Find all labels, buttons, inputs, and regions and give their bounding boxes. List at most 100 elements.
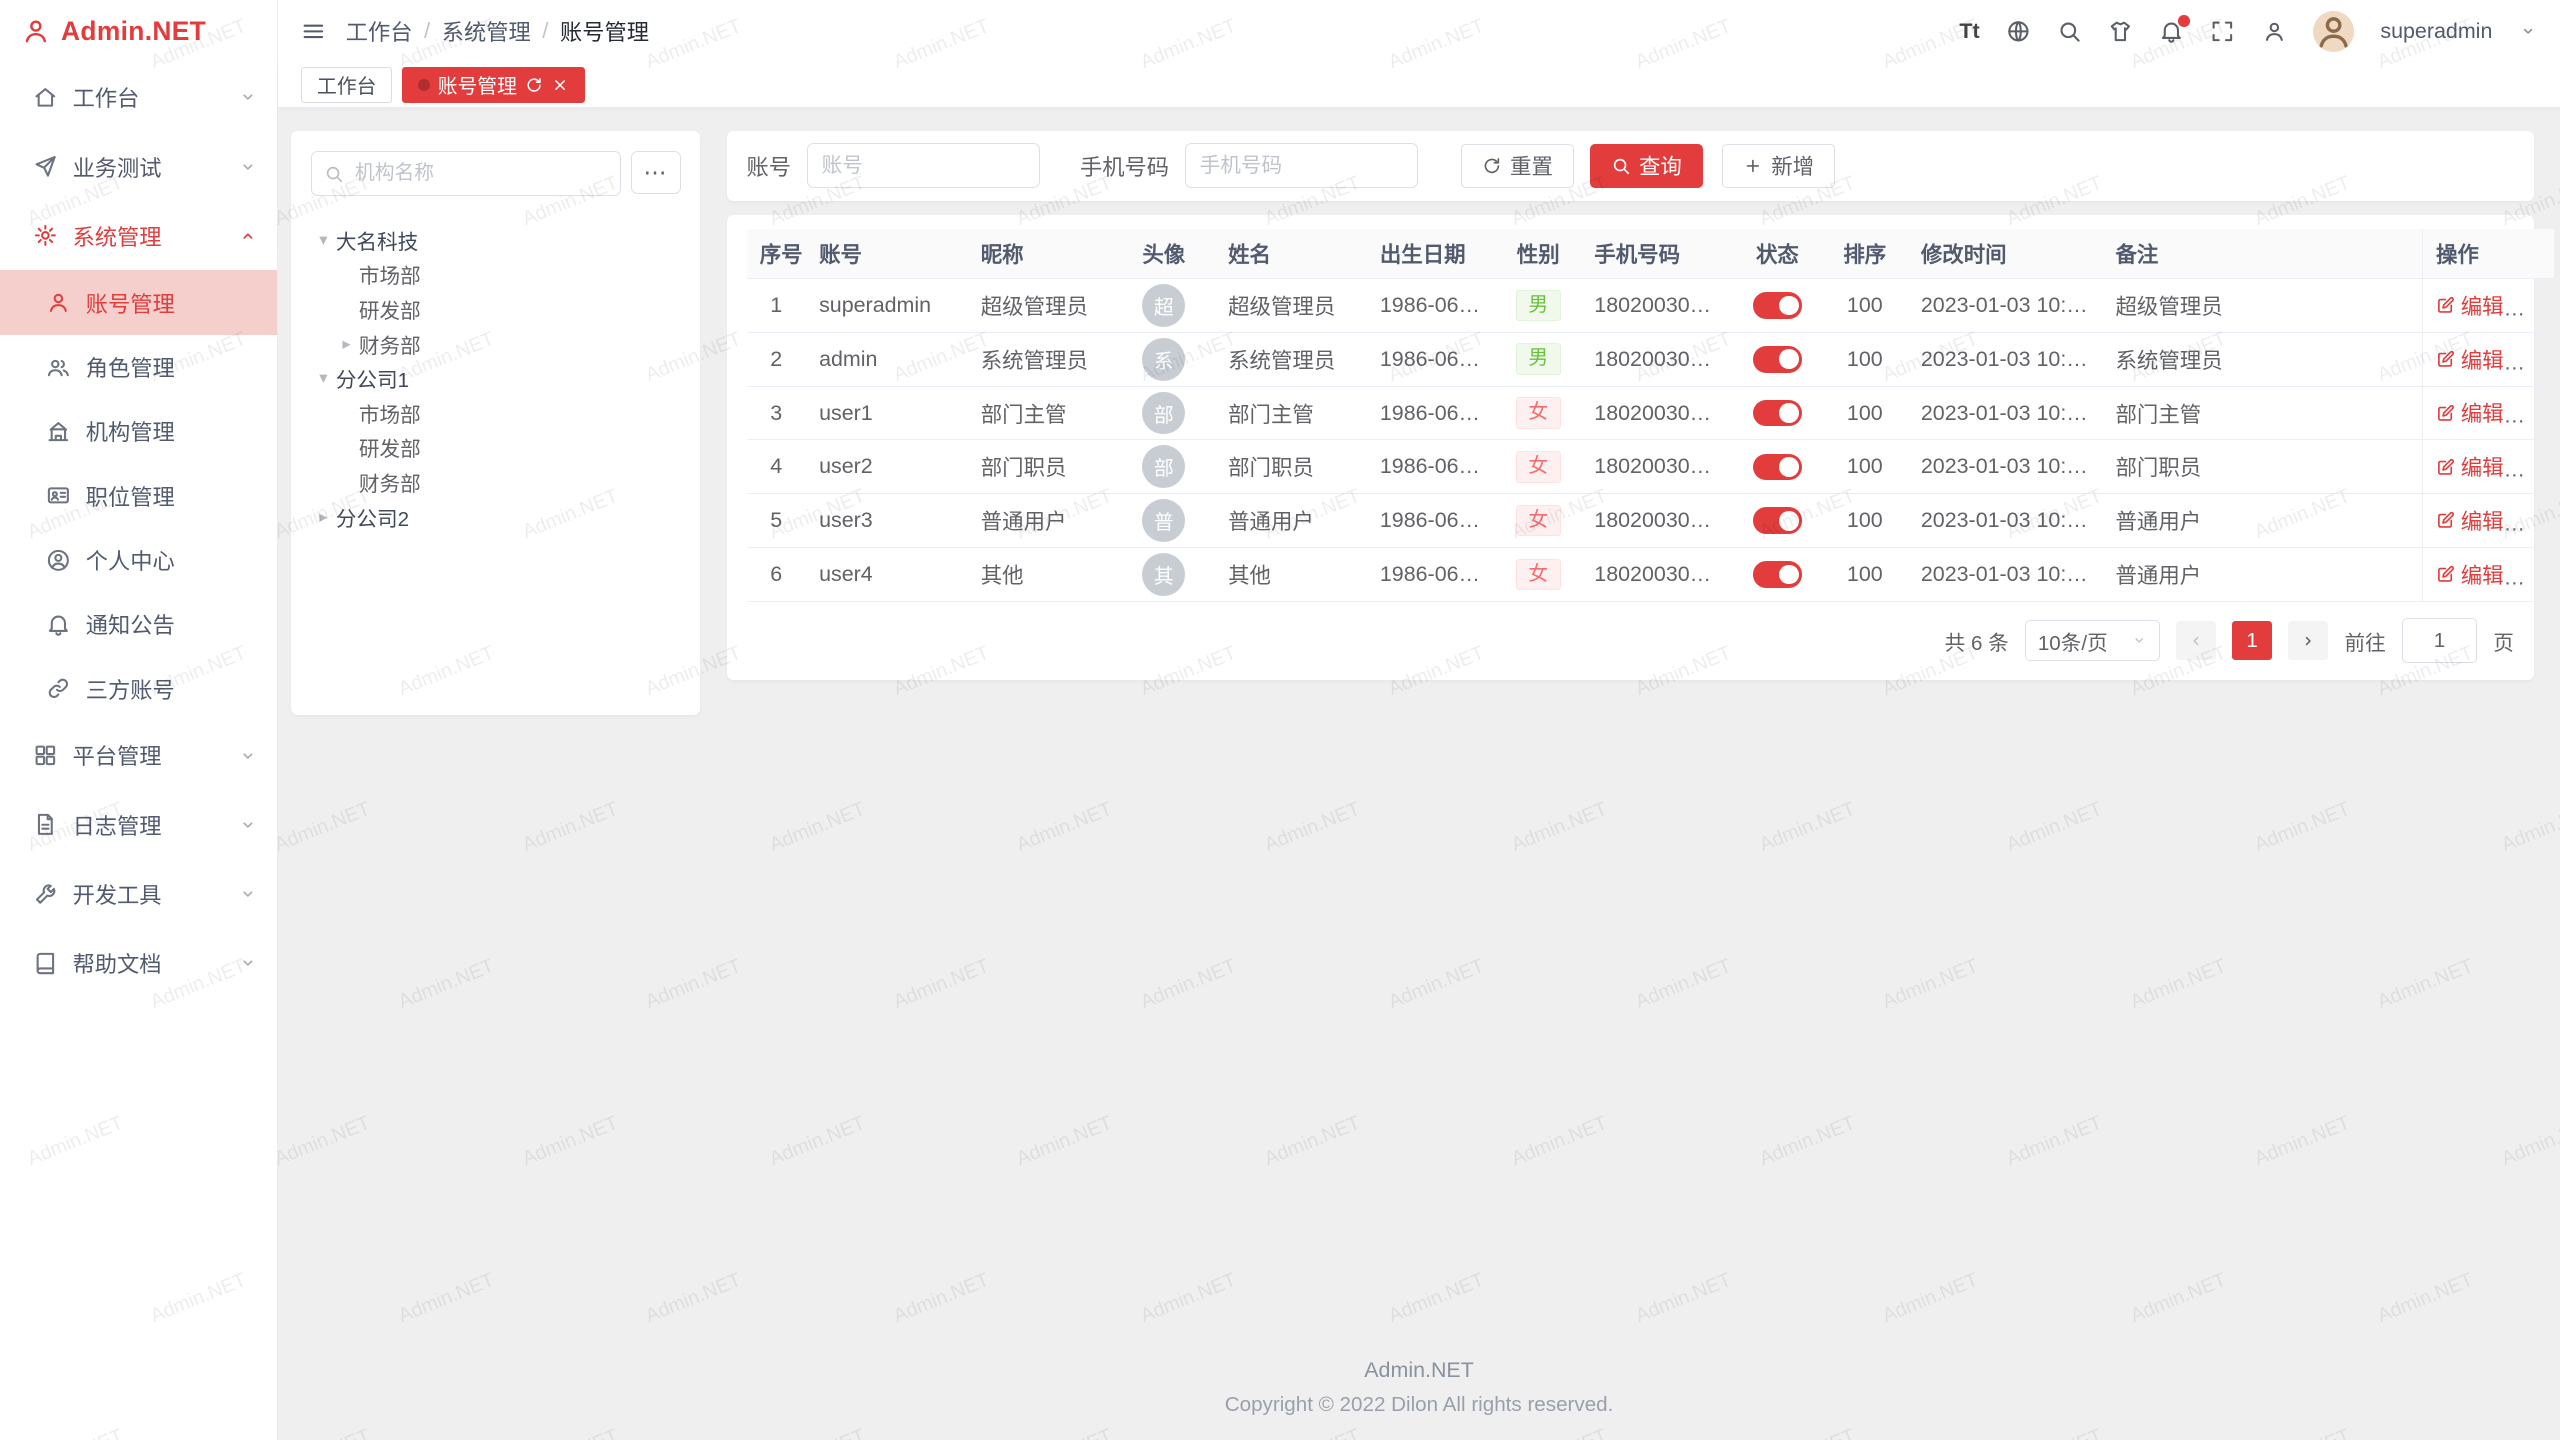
breadcrumb-item[interactable]: 系统管理 bbox=[442, 15, 531, 47]
profile-layout-icon[interactable] bbox=[2262, 19, 2287, 44]
cell-nickname: 其他 bbox=[968, 547, 1113, 601]
notification-bell-icon[interactable] bbox=[2159, 19, 2184, 44]
sidebar-item-role-management[interactable]: 角色管理 bbox=[0, 335, 277, 399]
row-avatar: 部 bbox=[1142, 392, 1185, 435]
tree-caret-icon[interactable]: ▸ bbox=[334, 334, 359, 354]
tree-node[interactable]: 研发部 bbox=[311, 292, 680, 327]
account-filter-input[interactable] bbox=[807, 143, 1040, 188]
column-header: 备注 bbox=[2102, 229, 2422, 279]
font-size-icon[interactable]: Tt bbox=[1959, 19, 1979, 44]
cell-remark: 部门职员 bbox=[2102, 440, 2422, 494]
cell-avatar: 部 bbox=[1113, 386, 1215, 440]
sidebar-item-business-test[interactable]: 业务测试 bbox=[0, 132, 277, 201]
query-button[interactable]: 查询 bbox=[1590, 144, 1702, 189]
sidebar-item-personal-center[interactable]: 个人中心 bbox=[0, 528, 277, 592]
fullscreen-icon[interactable] bbox=[2210, 19, 2235, 44]
sidebar-item-log-management[interactable]: 日志管理 bbox=[0, 790, 277, 859]
sidebar-item-label: 角色管理 bbox=[86, 351, 175, 383]
sidebar-item-org-management[interactable]: 机构管理 bbox=[0, 399, 277, 463]
page-number-button[interactable]: 1 bbox=[2232, 621, 2272, 661]
username[interactable]: superadmin bbox=[2380, 19, 2492, 44]
reset-button[interactable]: 重置 bbox=[1461, 144, 1573, 189]
business-test-icon bbox=[33, 154, 58, 179]
sidebar-item-dev-tools[interactable]: 开发工具 bbox=[0, 859, 277, 928]
tree-caret-icon[interactable]: ▾ bbox=[311, 230, 336, 250]
tree-node[interactable]: ▾大名科技 bbox=[311, 222, 680, 257]
page-size-select[interactable]: 10条/页 bbox=[2025, 620, 2160, 662]
brand-logo-icon bbox=[21, 16, 51, 46]
column-header: 排序 bbox=[1822, 229, 1908, 279]
tree-node[interactable]: ▸分公司2 bbox=[311, 499, 680, 534]
filter-bar: 账号 手机号码 重置 查询 bbox=[727, 131, 2534, 200]
goto-label: 前往 bbox=[2344, 626, 2385, 656]
cell-actions: 编辑 bbox=[2422, 547, 2554, 601]
org-name-input[interactable] bbox=[352, 160, 609, 186]
cell-phone: 18020030720 bbox=[1581, 279, 1733, 333]
cell-remark: 系统管理员 bbox=[2102, 332, 2422, 386]
edit-button[interactable]: 编辑 bbox=[2436, 290, 2504, 321]
tree-node[interactable]: 市场部 bbox=[311, 257, 680, 292]
edit-button[interactable]: 编辑 bbox=[2436, 451, 2504, 482]
sidebar-item-third-party-account[interactable]: 三方账号 bbox=[0, 656, 277, 720]
sidebar-item-position-management[interactable]: 职位管理 bbox=[0, 463, 277, 527]
sidebar-item-account-management[interactable]: 账号管理 bbox=[0, 270, 277, 334]
edit-button[interactable]: 编辑 bbox=[2436, 505, 2504, 536]
goto-page-input[interactable] bbox=[2402, 618, 2477, 663]
gender-badge: 男 bbox=[1516, 290, 1561, 322]
column-header: 操作 bbox=[2422, 229, 2554, 279]
edit-button[interactable]: 编辑 bbox=[2436, 397, 2504, 428]
phone-filter-label: 手机号码 bbox=[1080, 150, 1169, 182]
sidebar-item-help-docs[interactable]: 帮助文档 bbox=[0, 929, 277, 998]
status-toggle[interactable] bbox=[1753, 454, 1802, 480]
status-toggle[interactable] bbox=[1753, 400, 1802, 426]
status-toggle[interactable] bbox=[1753, 292, 1802, 318]
sidebar-item-workbench[interactable]: 工作台 bbox=[0, 63, 277, 132]
next-page-button[interactable] bbox=[2288, 621, 2328, 661]
add-button[interactable]: 新增 bbox=[1722, 144, 1834, 189]
sidebar-item-system-management[interactable]: 系统管理 bbox=[0, 201, 277, 270]
cell-sort: 100 bbox=[1822, 440, 1908, 494]
user-menu-chevron-icon[interactable] bbox=[2519, 22, 2537, 40]
menu-collapse-icon[interactable] bbox=[301, 19, 326, 44]
brand-logo[interactable]: Admin.NET bbox=[0, 0, 277, 63]
tree-node-label: 研发部 bbox=[359, 294, 421, 324]
tree-node-label: 财务部 bbox=[359, 467, 421, 497]
tab-label: 账号管理 bbox=[438, 70, 517, 99]
tree-caret-icon[interactable]: ▸ bbox=[311, 507, 336, 527]
tab-close-icon[interactable] bbox=[551, 76, 569, 94]
gender-badge: 女 bbox=[1516, 451, 1561, 483]
tab-workbench[interactable]: 工作台 bbox=[301, 67, 392, 104]
status-toggle[interactable] bbox=[1753, 346, 1802, 372]
tree-node[interactable]: 市场部 bbox=[311, 395, 680, 430]
cell-account: superadmin bbox=[806, 279, 968, 333]
sidebar-item-notice[interactable]: 通知公告 bbox=[0, 592, 277, 656]
tab-refresh-icon[interactable] bbox=[525, 76, 543, 94]
cell-name: 普通用户 bbox=[1215, 494, 1367, 548]
tree-node[interactable]: ▸财务部 bbox=[311, 326, 680, 361]
tree-node[interactable]: 财务部 bbox=[311, 465, 680, 500]
cell-sort: 100 bbox=[1822, 332, 1908, 386]
tree-more-button[interactable]: ⋯ bbox=[631, 151, 680, 194]
edit-button[interactable]: 编辑 bbox=[2436, 559, 2504, 590]
sidebar-item-platform-management[interactable]: 平台管理 bbox=[0, 721, 277, 790]
cell-no: 5 bbox=[747, 494, 806, 548]
tab-account-management[interactable]: 账号管理 bbox=[402, 67, 585, 104]
user-avatar[interactable] bbox=[2313, 11, 2354, 52]
table-row: 4user2部门职员部部门职员1986-06-28女18020030720100… bbox=[747, 440, 2555, 494]
notification-badge-dot bbox=[2177, 14, 2191, 28]
sidebar-item-label: 通知公告 bbox=[86, 608, 175, 640]
status-toggle[interactable] bbox=[1753, 561, 1802, 587]
prev-page-button[interactable] bbox=[2176, 621, 2216, 661]
phone-filter-input[interactable] bbox=[1185, 143, 1418, 188]
cell-account: user2 bbox=[806, 440, 968, 494]
edit-button[interactable]: 编辑 bbox=[2436, 344, 2504, 375]
cell-phone: 18020030720 bbox=[1581, 547, 1733, 601]
theme-skin-icon[interactable] bbox=[2108, 19, 2133, 44]
status-toggle[interactable] bbox=[1753, 507, 1802, 533]
tree-caret-icon[interactable]: ▾ bbox=[311, 368, 336, 388]
tree-node[interactable]: ▾分公司1 bbox=[311, 361, 680, 396]
globe-icon[interactable] bbox=[2006, 19, 2031, 44]
breadcrumb-item[interactable]: 工作台 bbox=[346, 15, 413, 47]
tree-node[interactable]: 研发部 bbox=[311, 430, 680, 465]
search-icon[interactable] bbox=[2057, 19, 2082, 44]
